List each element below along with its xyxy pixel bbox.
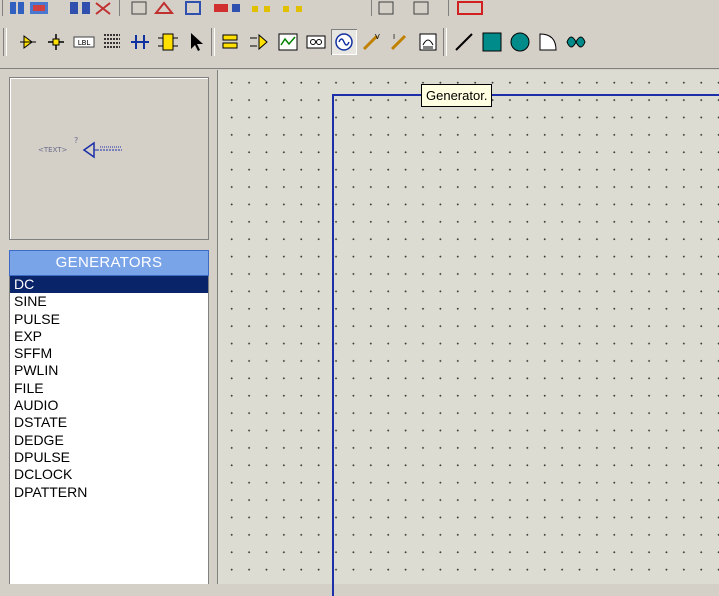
svg-text:V: V [375,33,380,41]
virtual-instruments-icon[interactable] [415,29,441,55]
top-toolbar [0,0,719,21]
list-item[interactable]: DSTATE [10,414,208,431]
current-probe-icon[interactable]: I [387,29,413,55]
generators-list-header: GENERATORS [9,250,209,276]
preview-question-mark: ? [74,136,78,145]
path-icon[interactable] [563,29,589,55]
list-item[interactable]: DCLOCK [10,466,208,483]
generator-icon[interactable] [331,29,357,55]
terminals-icon[interactable] [219,29,245,55]
line-icon[interactable] [451,29,477,55]
selection-icon[interactable] [183,29,209,55]
component-mode-icon[interactable] [15,29,41,55]
circle-icon[interactable] [507,29,533,55]
toolbar-separator [3,28,7,56]
list-item[interactable]: PWLIN [10,362,208,379]
generator-symbol-preview: <TEXT> ? [38,136,122,159]
generators-list[interactable]: DC SINE PULSE EXP SFFM PWLIN FILE AUDIO … [9,276,209,584]
list-item[interactable]: DPULSE [10,449,208,466]
list-item[interactable]: DEDGE [10,432,208,449]
tooltip: Generator. [421,84,493,107]
toolbar-separator [443,28,447,56]
top-toolbar-icons [2,0,483,16]
preview-text-placeholder: <TEXT> [38,146,68,154]
device-pins-icon[interactable] [247,29,273,55]
mode-toolbar: LBL V I [0,20,719,69]
svg-text:I: I [393,33,395,41]
box-icon[interactable] [479,29,505,55]
list-item[interactable]: AUDIO [10,397,208,414]
bus-icon[interactable] [127,29,153,55]
list-item[interactable]: SINE [10,293,208,310]
script-icon[interactable] [99,29,125,55]
voltage-probe-icon[interactable]: V [359,29,385,55]
component-preview: <TEXT> ? [9,77,209,240]
list-item[interactable]: DC [10,276,208,294]
list-item[interactable]: PULSE [10,311,208,328]
list-item[interactable]: FILE [10,380,208,397]
list-item[interactable]: EXP [10,328,208,345]
sheet-border [332,94,719,596]
svg-text:LBL: LBL [78,39,91,47]
wire-label-icon[interactable]: LBL [71,29,97,55]
list-item[interactable]: SFFM [10,345,208,362]
graph-icon[interactable] [275,29,301,55]
arc-icon[interactable] [535,29,561,55]
toolbar-separator [211,28,215,56]
tape-recorder-icon[interactable] [303,29,329,55]
junction-dot-icon[interactable] [43,29,69,55]
sub-circuit-icon[interactable] [155,29,181,55]
top-toolbar-icon-strip[interactable] [2,0,483,16]
list-item[interactable]: DPATTERN [10,484,208,501]
